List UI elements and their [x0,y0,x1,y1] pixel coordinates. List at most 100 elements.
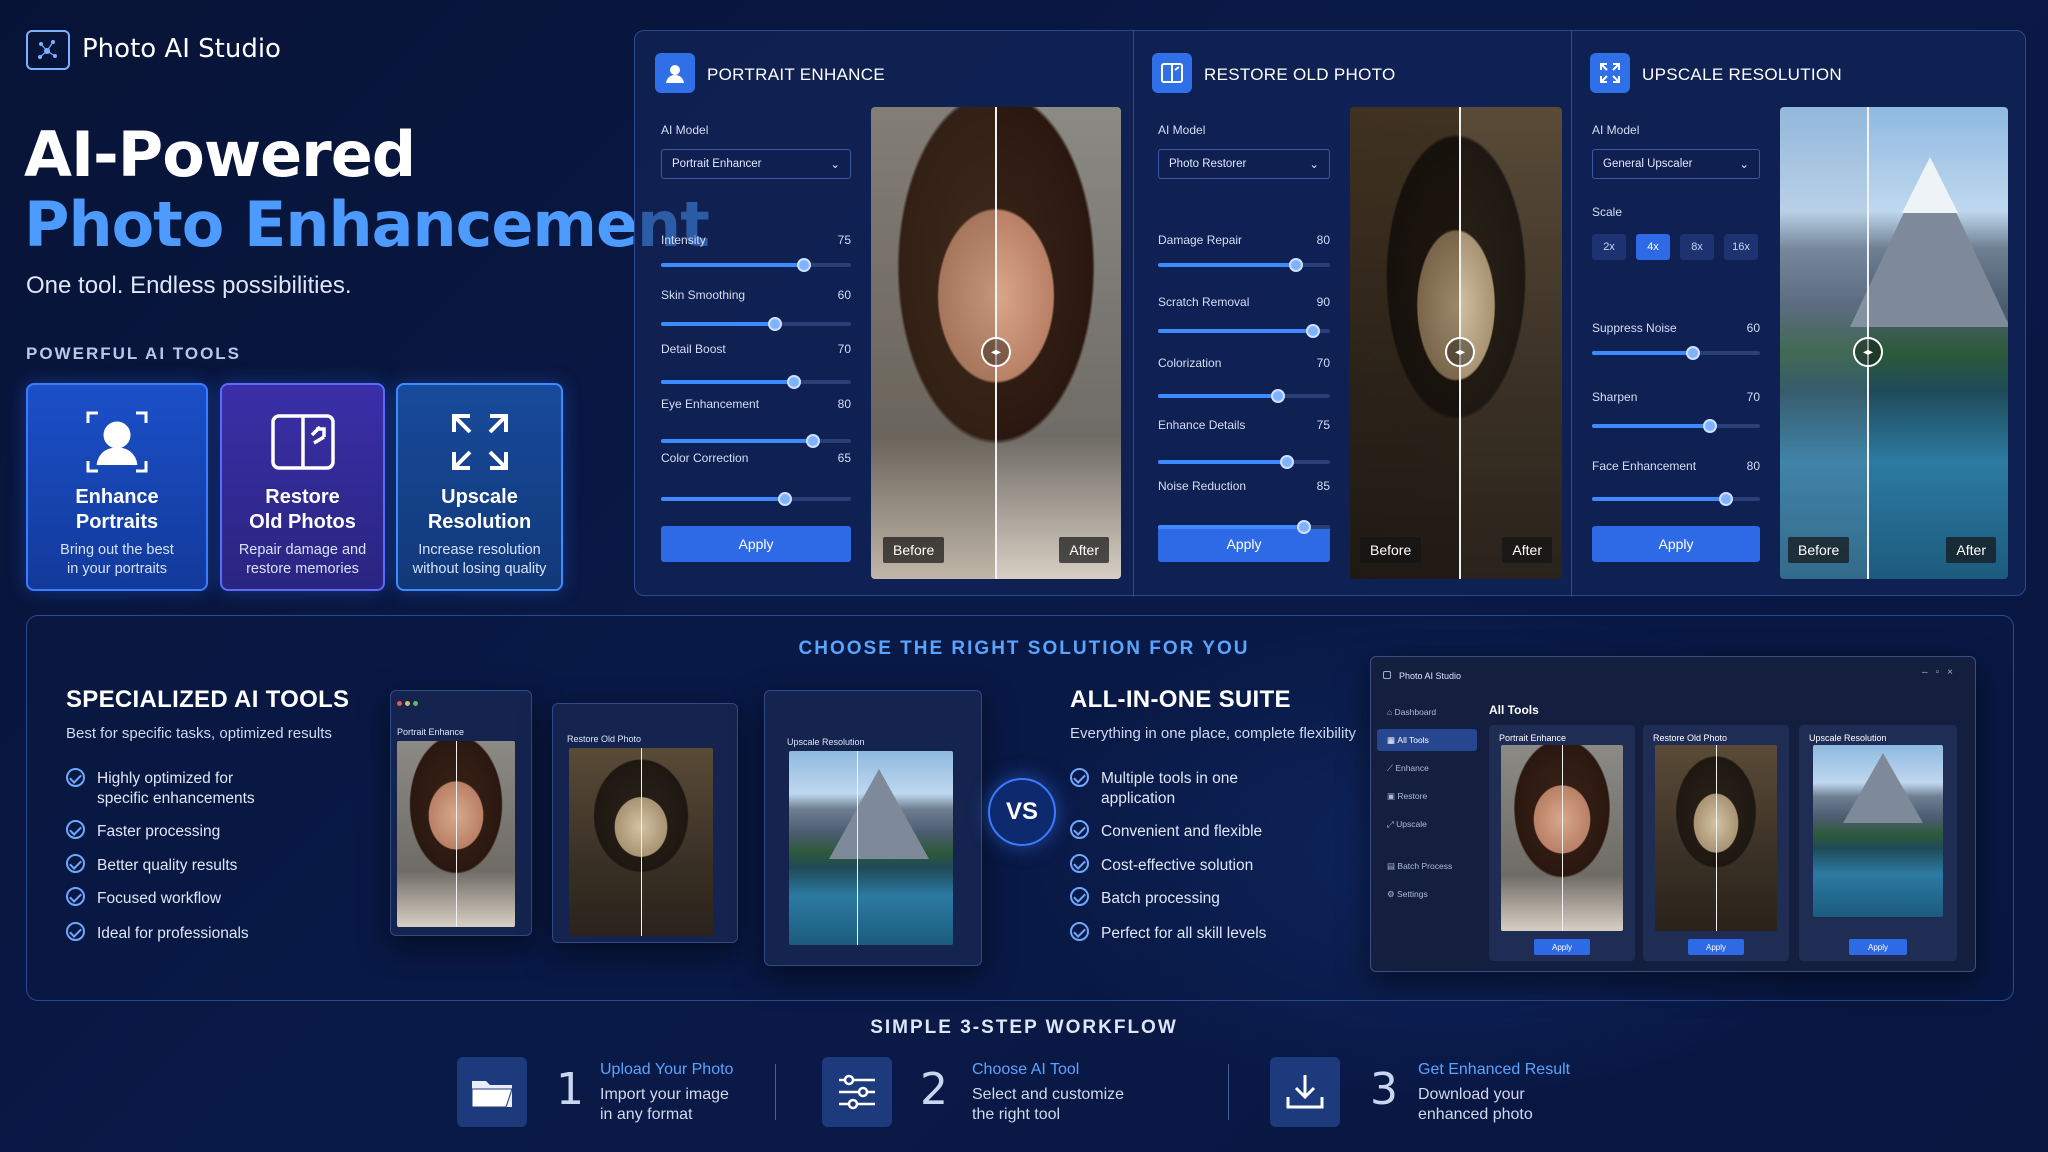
step-title: Get Enhanced Result [1418,1061,1571,1078]
sliders-icon [822,1057,892,1127]
suite-card-restore[interactable]: Restore Old Photo Apply [1643,725,1789,961]
ai-model-label: AI Model [1158,123,1206,137]
slider-handle[interactable] [1288,258,1303,272]
window-controls[interactable]: –▫× [1922,667,1961,678]
slider-value: 70 [1316,356,1330,370]
before-after-preview[interactable]: ◂▸ Before After [1350,107,1562,579]
list-item: Faster processing [97,823,221,840]
tool-card-title: Enhance [75,486,159,508]
suite-window[interactable]: Photo AI Studio –▫× ⌂ Dashboard ▦ All To… [1370,656,1976,972]
slider-handle[interactable] [1685,346,1700,360]
slider-label: Noise Reduction [1158,479,1247,493]
ai-model-select[interactable]: Photo Restorer ⌄ [1158,149,1330,179]
after-label: After [1502,537,1552,563]
slider-value: 70 [1746,390,1760,404]
check-circle-icon [1070,922,1089,941]
ai-model-select[interactable]: General Upscaler ⌄ [1592,149,1760,179]
slider-track[interactable] [661,316,851,331]
scale-option-16x[interactable]: 16x [1724,234,1758,260]
scale-option-4x[interactable]: 4x [1636,234,1670,260]
suite-card-portrait[interactable]: Portrait Enhance Apply [1489,725,1635,961]
compare-handle-icon[interactable]: ◂▸ [1853,337,1883,367]
slider-handle[interactable] [1305,323,1320,338]
after-label: After [1946,537,1996,563]
apply-button[interactable]: Apply [1688,939,1744,955]
slider-track[interactable] [1158,520,1330,534]
slider-track[interactable] [661,492,851,506]
slider-track[interactable] [661,375,851,389]
window-title: Portrait Enhance [397,727,465,737]
slider-track[interactable] [661,433,851,448]
scale-option-8x[interactable]: 8x [1680,234,1714,260]
check-circle-icon [1070,887,1089,906]
sidebar-item-restore[interactable]: ▣ Restore [1377,785,1477,807]
slider-label: Colorization [1158,356,1222,370]
slider-fill [1592,424,1710,428]
compare-handle-icon[interactable]: ◂▸ [1445,337,1475,367]
window-title: Restore Old Photo [567,734,642,744]
sidebar-item-dashboard[interactable]: ⌂ Dashboard [1377,701,1477,723]
slider-handle[interactable] [777,492,792,506]
step-desc: the right tool [972,1106,1061,1123]
tool-card-restore-photos[interactable]: Restore Old Photos Repair damage and res… [220,383,385,591]
slider-label: Sharpen [1592,390,1638,404]
slider-handle[interactable] [796,258,811,272]
ai-model-select[interactable]: Portrait Enhancer ⌄ [661,149,851,179]
tool-card-enhance-portraits[interactable]: Enhance Portraits Bring out the best in … [26,383,208,591]
app-logo-icon [26,30,70,70]
window-restore-old-photo[interactable]: Restore Old Photo [552,703,738,943]
slider-handle[interactable] [768,316,782,331]
slider-fill [1158,263,1296,267]
slider-label: Skin Smoothing [661,287,746,302]
sidebar-item-settings[interactable]: ⚙ Settings [1377,883,1477,905]
tool-card-desc: Increase resolution [418,542,541,558]
slider-track[interactable] [1158,258,1330,272]
step-number: 1 [556,1064,584,1115]
sidebar-item-batch-process[interactable]: ▤ Batch Process [1377,855,1477,877]
slider-handle[interactable] [1271,389,1286,403]
after-label: After [1059,537,1109,563]
compare-handle-icon[interactable]: ◂▸ [981,337,1011,367]
scale-option-2x[interactable]: 2x [1592,234,1626,260]
slider-handle[interactable] [806,433,820,448]
tool-card-desc: in your portraits [67,561,167,577]
slider-handle[interactable] [1719,492,1734,506]
panel-restore-old-photo: RESTORE OLD PHOTO AI Model Photo Restore… [1133,31,1571,597]
suite-card-upscale[interactable]: Upscale Resolution Apply [1799,725,1957,961]
apply-button[interactable]: Apply [1592,526,1760,562]
nav-label: Dashboard [1394,707,1437,717]
slider-track[interactable] [1592,492,1760,506]
window-portrait-enhance[interactable]: Portrait Enhance [390,690,532,936]
slider-track[interactable] [1158,454,1330,469]
slider-fill [661,438,813,443]
restore-icon [1152,53,1192,93]
apply-button[interactable]: Apply [1534,939,1590,955]
slider-track[interactable] [1158,389,1330,403]
slider-track[interactable] [1592,419,1760,433]
slider-handle[interactable] [787,375,801,389]
before-after-preview[interactable]: ◂▸ Before After [871,107,1121,579]
sidebar-item-all-tools[interactable]: ▦ All Tools [1377,729,1477,751]
window-upscale-resolution[interactable]: Upscale Resolution [764,690,982,966]
suite-card-title: Restore Old Photo [1653,733,1728,743]
slider-handle[interactable] [1702,419,1717,433]
slider-track[interactable] [1592,346,1760,360]
slider-value: 80 [837,396,851,411]
list-item: specific enhancements [97,790,255,807]
specialized-title: SPECIALIZED AI TOOLS [66,686,350,713]
apply-button[interactable]: Apply [1849,939,1907,955]
slider-handle[interactable] [1280,454,1294,469]
sidebar-item-upscale[interactable]: ⤢ Upscale [1377,813,1477,835]
tool-card-title: Restore [265,486,340,508]
slider-track[interactable] [1158,323,1330,338]
slider-track[interactable] [661,258,851,272]
slider-fill [1158,459,1287,464]
sidebar-item-enhance[interactable]: ⟋ Enhance [1377,757,1477,779]
nav-label: Upscale [1396,819,1427,829]
apply-button[interactable]: Apply [661,526,851,562]
slider-fill [661,263,804,267]
before-after-preview[interactable]: ◂▸ Before After [1780,107,2008,579]
panel-portrait-enhance: PORTRAIT ENHANCE AI Model Portrait Enhan… [635,31,1133,597]
hero-headline: AI-Powered [24,118,416,191]
tool-card-upscale-resolution[interactable]: Upscale Resolution Increase resolution w… [396,383,563,591]
